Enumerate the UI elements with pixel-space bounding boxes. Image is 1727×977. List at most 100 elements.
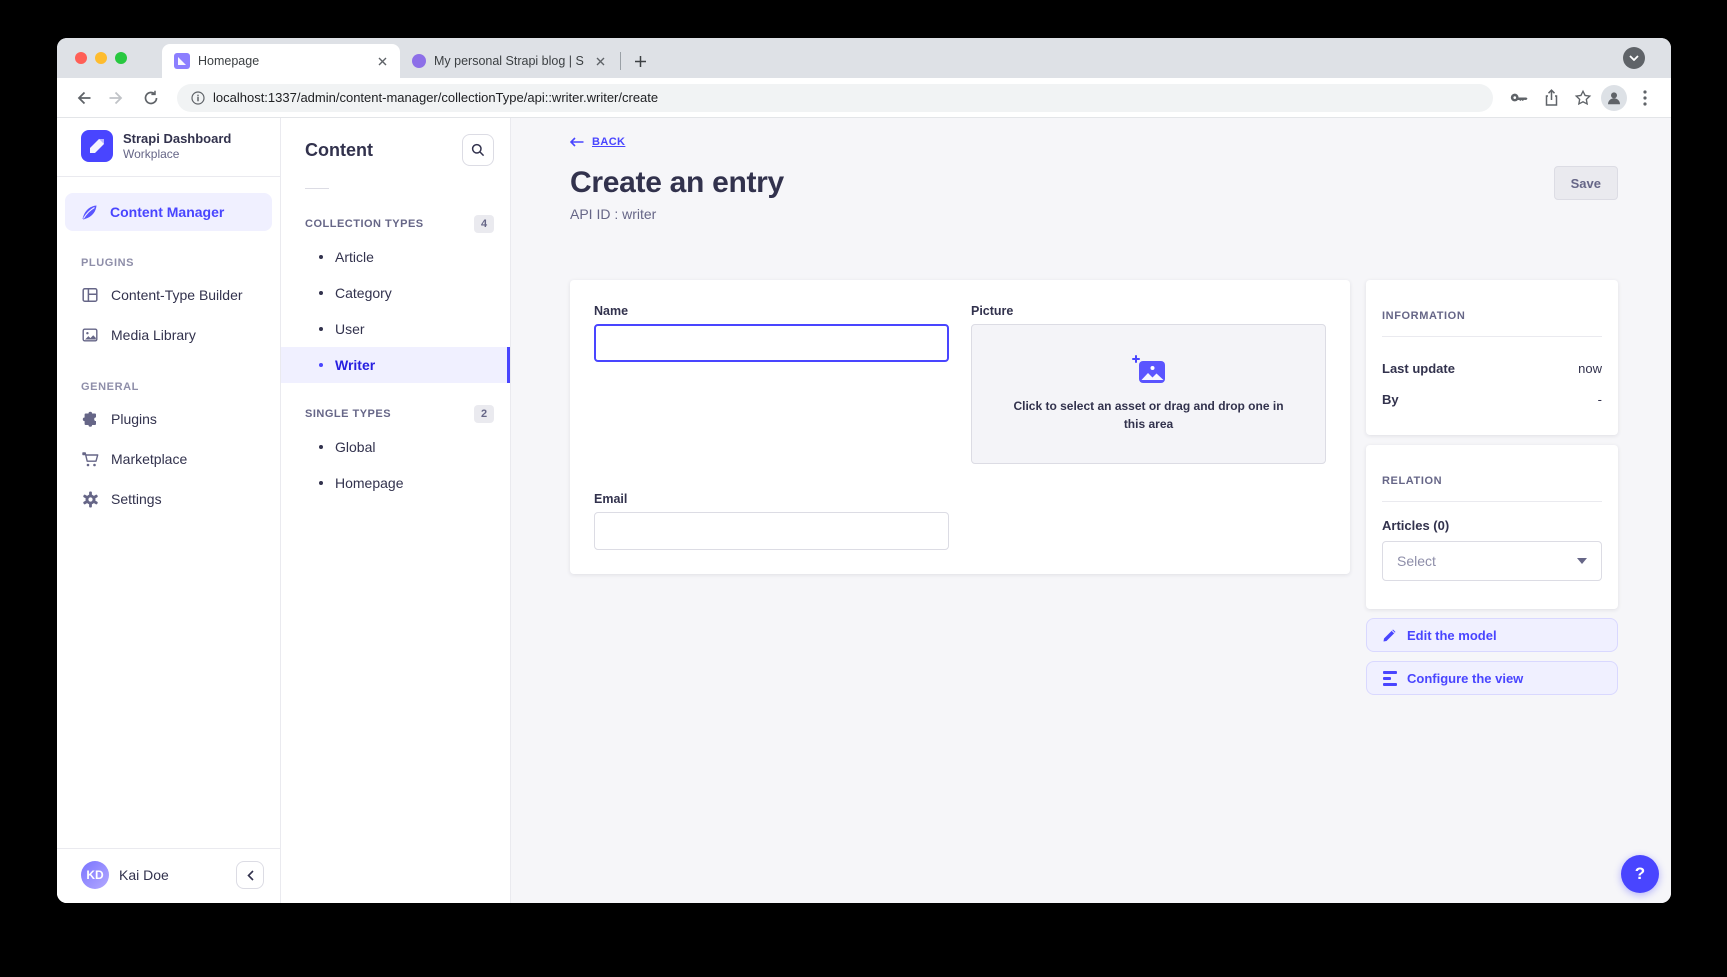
nav-item-label: Writer (335, 357, 375, 373)
chevron-left-icon (247, 870, 254, 881)
tab-search-chevron-icon[interactable] (1623, 47, 1645, 69)
info-value: - (1598, 392, 1602, 407)
grid-spacer (971, 492, 1326, 550)
content-nav-panel: Content COLLECTION TYPES 4 Article Categ… (281, 118, 511, 903)
page-title: Create an entry (570, 166, 784, 200)
nav-item-writer[interactable]: Writer (281, 347, 510, 383)
sidebar-item-content-manager[interactable]: Content Manager (65, 193, 272, 231)
entry-form-row: Name Picture (570, 280, 1618, 695)
sidebar-item-label: Plugins (111, 411, 157, 427)
count-badge: 4 (474, 215, 494, 233)
nav-item-user[interactable]: User (281, 311, 510, 347)
bullet-icon (319, 481, 323, 485)
sidebar-item-media-library[interactable]: Media Library (57, 315, 280, 355)
save-button[interactable]: Save (1554, 166, 1618, 200)
browser-tab-active[interactable]: Homepage (162, 44, 400, 78)
articles-select[interactable]: Select (1382, 541, 1602, 581)
nav-item-label: Article (335, 249, 374, 265)
page-header: Create an entry Save (570, 166, 1618, 200)
chevron-down-icon (1577, 558, 1587, 564)
bullet-icon (319, 255, 323, 259)
tab-close-icon[interactable] (592, 53, 608, 69)
nav-item-article[interactable]: Article (281, 239, 510, 275)
minimize-window-button[interactable] (95, 52, 107, 64)
bullet-icon (319, 327, 323, 331)
sidebar-item-label: Settings (111, 491, 162, 507)
collapse-sidebar-button[interactable] (236, 861, 264, 889)
nav-item-global[interactable]: Global (281, 429, 510, 465)
chrome-menu-icon[interactable] (1631, 84, 1659, 112)
gear-icon (81, 491, 99, 508)
content-nav-header: Content (281, 134, 510, 166)
blog-favicon-icon (412, 54, 426, 68)
layout-grid-icon (81, 287, 99, 303)
group-label: COLLECTION TYPES (305, 218, 424, 230)
content-nav-title: Content (305, 140, 373, 161)
edit-model-button[interactable]: Edit the model (1366, 618, 1618, 652)
information-header: INFORMATION (1382, 300, 1602, 336)
info-value: now (1578, 361, 1602, 376)
back-nav-icon[interactable] (69, 84, 97, 112)
articles-relation-label: Articles (0) (1382, 518, 1602, 533)
window-controls (75, 52, 127, 64)
sidebar-bottom: KD Kai Doe (57, 848, 280, 903)
name-input[interactable] (594, 324, 949, 362)
tab-close-icon[interactable] (374, 53, 390, 69)
help-button[interactable]: ? (1621, 855, 1659, 893)
group-label: SINGLE TYPES (305, 408, 391, 420)
sidebar-item-plugins[interactable]: Plugins (57, 399, 280, 439)
arrow-left-icon (570, 137, 584, 147)
action-label: Edit the model (1407, 628, 1497, 643)
picture-field-group: Picture Click to select an asset or drag… (971, 304, 1326, 464)
url-bar[interactable]: localhost:1337/admin/content-manager/col… (177, 84, 1493, 112)
entry-form-card: Name Picture (570, 280, 1350, 574)
brand-block[interactable]: Strapi Dashboard Workplace (57, 118, 280, 176)
browser-window: Homepage My personal Strapi blog | Strap (57, 38, 1671, 903)
main-content: BACK Create an entry Save API ID : write… (511, 118, 1671, 903)
share-icon[interactable] (1537, 84, 1565, 112)
pencil-icon (1383, 628, 1397, 642)
sidebar-item-label: Content-Type Builder (111, 287, 243, 303)
cart-icon (81, 451, 99, 468)
bookmark-star-icon[interactable] (1569, 84, 1597, 112)
picture-upload-dropzone[interactable]: Click to select an asset or drag and dro… (971, 324, 1326, 464)
forward-nav-icon[interactable] (103, 84, 131, 112)
bullet-icon (319, 363, 323, 367)
right-panel: INFORMATION Last update now By - (1366, 280, 1618, 695)
email-input[interactable] (594, 512, 949, 550)
password-key-icon[interactable] (1505, 84, 1533, 112)
main-sidebar: Strapi Dashboard Workplace Content Manag… (57, 118, 281, 903)
nav-item-homepage[interactable]: Homepage (281, 465, 510, 501)
profile-avatar-icon[interactable] (1601, 85, 1627, 111)
nav-item-category[interactable]: Category (281, 275, 510, 311)
tab-separator (620, 52, 621, 70)
media-image-icon (81, 327, 99, 343)
search-button[interactable] (462, 134, 494, 166)
search-icon (471, 143, 485, 157)
panel-divider (1382, 501, 1602, 502)
tab-title: My personal Strapi blog | Strap (434, 54, 584, 68)
sidebar-item-marketplace[interactable]: Marketplace (57, 439, 280, 479)
bullet-icon (319, 291, 323, 295)
bullet-icon (319, 445, 323, 449)
close-window-button[interactable] (75, 52, 87, 64)
user-row: KD Kai Doe (57, 849, 280, 903)
picture-field-label: Picture (971, 304, 1326, 318)
name-field-label: Name (594, 304, 949, 318)
collection-types-header: COLLECTION TYPES 4 (281, 207, 510, 239)
add-image-icon (1132, 355, 1166, 385)
reload-icon[interactable] (137, 84, 165, 112)
back-link[interactable]: BACK (570, 136, 625, 148)
sidebar-item-label: Marketplace (111, 451, 187, 467)
relation-card: RELATION Articles (0) Select (1366, 445, 1618, 609)
user-avatar[interactable]: KD (81, 861, 109, 889)
sidebar-item-settings[interactable]: Settings (57, 479, 280, 519)
zoom-window-button[interactable] (115, 52, 127, 64)
sidebar-section-plugins: PLUGINS (57, 231, 280, 275)
new-tab-button[interactable] (627, 48, 653, 74)
browser-tab-inactive[interactable]: My personal Strapi blog | Strap (400, 44, 618, 78)
sidebar-item-content-type-builder[interactable]: Content-Type Builder (57, 275, 280, 315)
api-id-subtitle: API ID : writer (570, 206, 1618, 222)
configure-view-button[interactable]: Configure the view (1366, 661, 1618, 695)
info-label: Last update (1382, 361, 1455, 376)
